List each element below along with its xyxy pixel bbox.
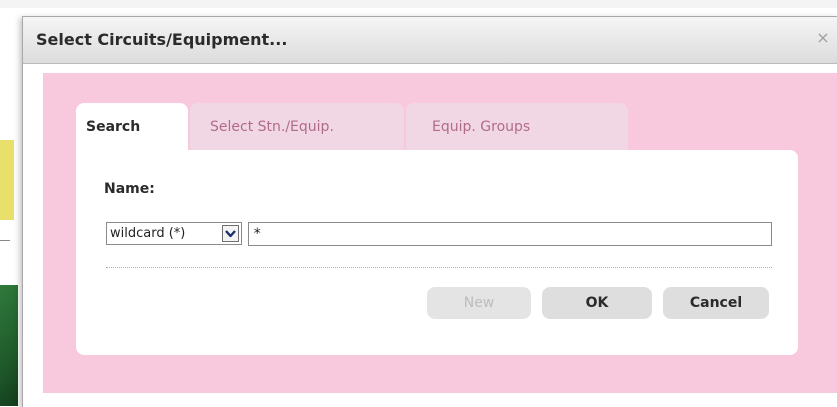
tab-select-station-equipment[interactable]: Select Stn./Equip. — [190, 103, 404, 151]
form-divider — [106, 267, 772, 268]
ok-button[interactable]: OK — [542, 287, 652, 319]
select-circuits-dialog: Select Circuits/Equipment... × Search Se… — [22, 16, 837, 407]
search-panel: Name: wildcard (*) New OK Cancel — [76, 150, 798, 355]
match-mode-value: wildcard (*) — [110, 226, 186, 241]
tab-search[interactable]: Search — [76, 103, 188, 151]
background-app-fragment — [0, 140, 14, 220]
match-mode-select[interactable]: wildcard (*) — [106, 222, 242, 245]
tab-equipment-groups[interactable]: Equip. Groups — [406, 103, 628, 151]
background-app-strip — [0, 0, 837, 8]
dialog-body: Search Select Stn./Equip. Equip. Groups … — [43, 73, 837, 393]
name-search-input[interactable] — [248, 222, 772, 246]
dialog-title: Select Circuits/Equipment... — [36, 30, 288, 49]
close-icon[interactable]: × — [814, 29, 832, 47]
name-label: Name: — [104, 181, 155, 197]
background-app-image — [0, 285, 18, 406]
dialog-titlebar[interactable]: Select Circuits/Equipment... × — [23, 17, 837, 64]
cancel-button[interactable]: Cancel — [663, 287, 769, 319]
chevron-down-icon[interactable] — [222, 225, 239, 242]
background-app-divider — [0, 240, 10, 241]
new-button[interactable]: New — [427, 287, 531, 319]
